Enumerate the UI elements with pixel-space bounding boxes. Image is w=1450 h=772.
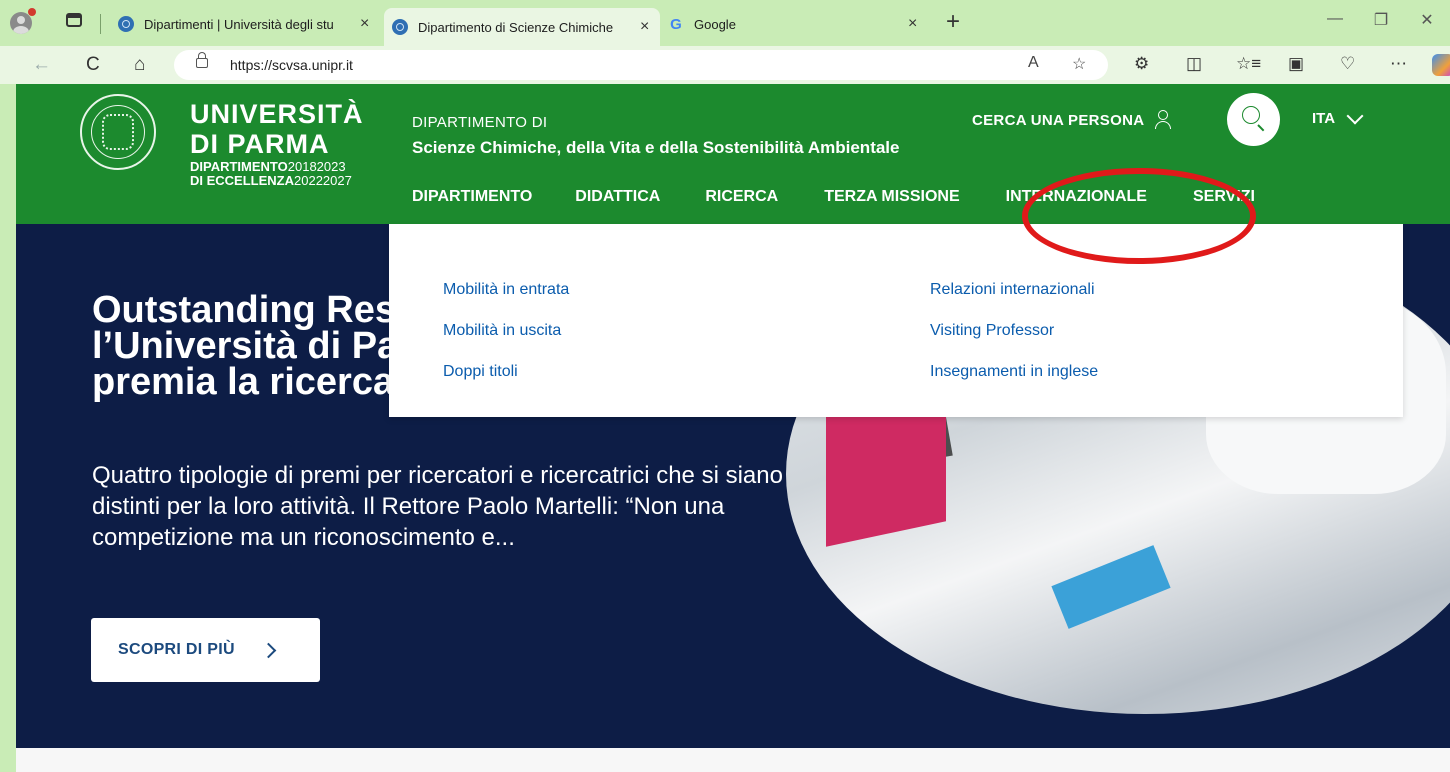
tab-google[interactable]: G Google ×: [668, 10, 917, 38]
restore-icon[interactable]: ❐: [1358, 10, 1404, 30]
search-person-label: CERCA UNA PERSONA: [972, 111, 1145, 129]
profile-avatar[interactable]: [10, 12, 32, 34]
chevron-right-icon: [260, 642, 277, 658]
extensions-icon[interactable]: ⚙: [1134, 54, 1149, 74]
profile-notification-dot: [28, 8, 36, 16]
hero-description: Quattro tipologie di premi per ricercato…: [92, 462, 783, 551]
lock-icon[interactable]: [196, 52, 208, 68]
dropdown-column-left: Mobilità in entrata Mobilità in uscita D…: [443, 269, 569, 392]
favorite-star-icon[interactable]: ☆: [1072, 54, 1086, 74]
department-kicker: DIPARTIMENTO DI: [412, 114, 548, 131]
split-screen-icon[interactable]: ◫: [1186, 54, 1202, 74]
home-icon[interactable]: ⌂: [134, 54, 145, 76]
address-toolbar: ← C ⌂ https://scvsa.unipr.it A ☆ ⚙ ◫ ☆≡ …: [0, 46, 1450, 84]
menu-link-doppi-titoli[interactable]: Doppi titoli: [443, 351, 569, 392]
nav-item-ricerca[interactable]: RICERCA: [705, 188, 778, 206]
window-controls: — ❐ ✕: [1312, 10, 1450, 30]
collections-icon[interactable]: ▣: [1288, 54, 1304, 74]
favorites-icon[interactable]: ☆≡: [1236, 54, 1261, 74]
search-icon: [1242, 106, 1260, 124]
back-icon[interactable]: ←: [32, 54, 51, 76]
brand-line-2: DI PARMA: [190, 129, 330, 159]
tab-dipartimenti[interactable]: Dipartimenti | Università degli stu ×: [118, 10, 369, 38]
tab-title: Dipartimenti | Università degli stu: [144, 16, 334, 32]
section-divider: [16, 748, 1450, 772]
cta-label: SCOPRI DI PIÙ: [118, 641, 235, 658]
tab-separator: [100, 14, 101, 34]
close-tab-icon[interactable]: ×: [360, 15, 369, 33]
discover-more-button[interactable]: SCOPRI DI PIÙ: [91, 618, 320, 682]
browser-tab-bar: Dipartimenti | Università degli stu × Di…: [0, 0, 1450, 48]
web-page: Outstanding Researcher: l’Università di …: [16, 84, 1450, 772]
menu-link-mobilita-uscita[interactable]: Mobilità in uscita: [443, 310, 569, 351]
read-aloud-icon[interactable]: A: [1028, 54, 1039, 72]
internazionale-dropdown-menu: Mobilità in entrata Mobilità in uscita D…: [389, 224, 1403, 417]
menu-link-mobilita-entrata[interactable]: Mobilità in entrata: [443, 269, 569, 310]
unipr-favicon-icon: [118, 16, 134, 32]
nav-item-didattica[interactable]: DIDATTICA: [575, 188, 660, 206]
copilot-icon[interactable]: [1432, 54, 1450, 76]
close-tab-icon[interactable]: ×: [640, 18, 649, 36]
menu-link-insegnamenti-inglese[interactable]: Insegnamenti in inglese: [930, 351, 1098, 392]
tab-title: Dipartimento di Scienze Chimiche: [418, 19, 614, 35]
brand-line-3: DIPARTIMENTO20182023: [190, 159, 346, 174]
google-favicon-icon: G: [670, 15, 682, 33]
nav-item-terza-missione[interactable]: TERZA MISSIONE: [824, 188, 959, 206]
menu-link-relazioni-internazionali[interactable]: Relazioni internazionali: [930, 269, 1098, 310]
tab-actions-icon[interactable]: [66, 13, 82, 27]
close-tab-icon[interactable]: ×: [908, 15, 917, 33]
university-seal-logo[interactable]: [80, 94, 156, 170]
more-menu-icon[interactable]: ⋯: [1390, 54, 1407, 74]
new-tab-icon[interactable]: +: [946, 8, 960, 36]
person-icon: [1154, 110, 1172, 130]
search-person-link[interactable]: CERCA UNA PERSONA: [972, 110, 1172, 130]
department-name[interactable]: Scienze Chimiche, della Vita e della Sos…: [412, 138, 900, 158]
window-close-icon[interactable]: ✕: [1404, 10, 1450, 30]
menu-link-visiting-professor[interactable]: Visiting Professor: [930, 310, 1098, 351]
refresh-icon[interactable]: C: [86, 54, 100, 76]
address-bar[interactable]: https://scvsa.unipr.it A ☆: [174, 50, 1108, 80]
unipr-favicon-icon: [392, 19, 408, 35]
brand-line-1: UNIVERSITÀ: [190, 99, 364, 129]
university-logo[interactable]: UNIVERSITÀ DI PARMA DIPARTIMENTO20182023…: [190, 98, 364, 188]
dropdown-column-right: Relazioni internazionali Visiting Profes…: [930, 269, 1098, 392]
nav-item-dipartimento[interactable]: DIPARTIMENTO: [412, 188, 532, 206]
url-text[interactable]: https://scvsa.unipr.it: [230, 57, 353, 73]
tab-title: Google: [694, 16, 736, 32]
red-circle-annotation: [1022, 168, 1256, 264]
brand-line-4: DI ECCELLENZA20222027: [190, 173, 352, 188]
browser-essentials-icon[interactable]: ♡: [1340, 54, 1355, 74]
language-label: ITA: [1312, 110, 1336, 127]
language-selector[interactable]: ITA: [1312, 107, 1364, 127]
chevron-down-icon: [1346, 107, 1364, 124]
search-button[interactable]: [1227, 93, 1280, 146]
minimize-icon[interactable]: —: [1312, 10, 1358, 30]
tab-scienze-chimiche[interactable]: Dipartimento di Scienze Chimiche ×: [384, 8, 660, 46]
